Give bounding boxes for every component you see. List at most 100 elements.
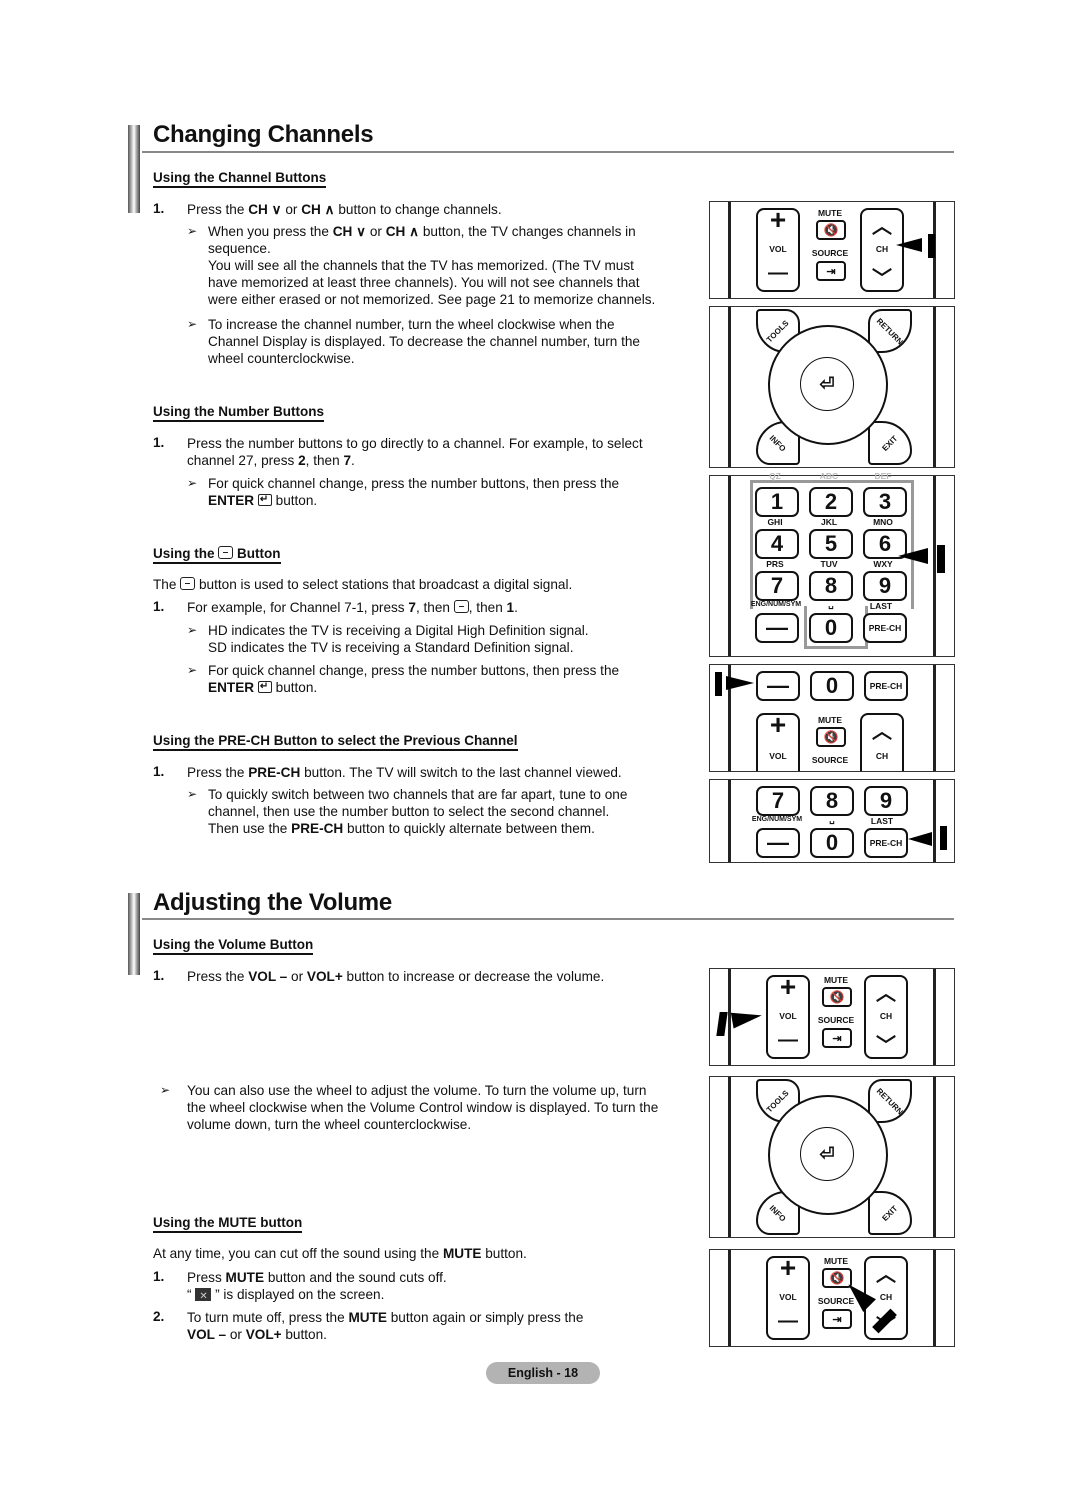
vol-minus: —	[778, 1310, 798, 1332]
step-number: 1.	[153, 435, 165, 450]
subheading-mute-button: Using the MUTE button	[153, 1215, 303, 1233]
note-arrow-icon: ➢	[160, 1083, 171, 1097]
step-number: 1.	[153, 764, 165, 779]
prech-button[interactable]: PRE-CH	[864, 828, 908, 858]
ch-up-icon: ︿	[876, 983, 896, 1005]
exit-button[interactable]: EXIT	[868, 421, 912, 465]
digit-5-button[interactable]: 5	[809, 529, 853, 559]
page-number-badge: English - 18	[486, 1362, 600, 1384]
digit-7-button[interactable]: 7	[755, 571, 799, 601]
note-arrow-icon: ➢	[187, 663, 198, 677]
subheading-prech-button: Using the PRE-CH Button to select the Pr…	[153, 733, 518, 751]
enter-button[interactable]: ⏎	[800, 1127, 854, 1181]
digit-7-button[interactable]: 7	[756, 786, 800, 816]
dash-button-icon	[453, 600, 469, 613]
vol-label: VOL	[769, 751, 787, 761]
dash-button[interactable]: —	[756, 828, 800, 858]
dash-button[interactable]: —	[756, 671, 800, 701]
space-label: ␣	[828, 599, 834, 609]
note-text: For quick channel change, press the numb…	[208, 662, 619, 696]
pointer-arrow-icon	[898, 548, 928, 564]
mute-button[interactable]: 🔇	[816, 220, 846, 240]
digit-2-button[interactable]: 2	[809, 487, 853, 517]
note-arrow-icon: ➢	[187, 224, 198, 238]
last-label: LAST	[870, 816, 894, 826]
step-text: For example, for Channel 7-1, press 7, t…	[187, 600, 518, 615]
note-arrow-icon: ➢	[187, 787, 198, 801]
note-text: You can also use the wheel to adjust the…	[187, 1083, 659, 1132]
vol-label: VOL	[779, 1011, 797, 1021]
key-letters-label: QZ	[769, 471, 781, 481]
section-rule	[142, 918, 954, 920]
digit-9-button[interactable]: 9	[863, 571, 907, 601]
step-text: Press MUTE button and the sound cuts off…	[187, 1269, 447, 1305]
mute-label: MUTE	[817, 715, 843, 725]
note-text: When you press the CH ∨ or CH ∧ button, …	[208, 224, 656, 307]
enter-icon	[257, 491, 272, 508]
key-letters-label: JKL	[820, 517, 838, 527]
key-letters-label: ABC	[819, 471, 839, 481]
digit-0-button[interactable]: 0	[810, 671, 854, 701]
prech-button[interactable]: PRE-CH	[864, 671, 908, 701]
digit-0-button[interactable]: 0	[810, 828, 854, 858]
remote-panel-mute: + VOL — MUTE 🔇 SOURCE ⇥ ︿ CH ﹀	[709, 1249, 955, 1347]
enter-icon	[257, 678, 272, 695]
subheading-dash-button: Using the Button	[153, 546, 281, 564]
section-rule	[142, 151, 954, 153]
vol-plus: +	[769, 204, 787, 235]
dash-button-icon	[180, 577, 196, 590]
ch-down-icon: ﹀	[872, 268, 892, 290]
dash-button-icon	[218, 546, 234, 559]
pointer-bar	[715, 672, 722, 696]
note-text: For quick channel change, press the numb…	[208, 475, 619, 509]
digit-9-button[interactable]: 9	[864, 786, 908, 816]
intro-text: At any time, you can cut off the sound u…	[153, 1246, 527, 1261]
key-letters-label: TUV	[820, 559, 838, 569]
digit-3-button[interactable]: 3	[863, 487, 907, 517]
digit-8-button[interactable]: 8	[810, 786, 854, 816]
note-text: HD indicates the TV is receiving a Digit…	[208, 623, 589, 655]
remote-panel-wheel: TOOLS RETURN INFO EXIT ⏎	[709, 306, 955, 468]
mute-label: MUTE	[823, 1256, 849, 1266]
dash-button[interactable]: —	[755, 613, 799, 643]
source-label: SOURCE	[817, 1015, 855, 1025]
subheading-number-buttons: Using the Number Buttons	[153, 404, 324, 422]
digit-4-button[interactable]: 4	[755, 529, 799, 559]
prech-button[interactable]: PRE-CH	[863, 613, 907, 643]
pointer-arrow-icon	[896, 238, 922, 252]
intro-text: The button is used to select stations th…	[153, 577, 573, 592]
pointer-arrow-icon	[908, 832, 932, 846]
note-text: To increase the channel number, turn the…	[208, 317, 640, 366]
exit-button[interactable]: EXIT	[868, 1191, 912, 1235]
ch-label: CH	[875, 751, 889, 761]
mute-button[interactable]: 🔇	[822, 987, 852, 1007]
enter-button[interactable]: ⏎	[800, 357, 854, 411]
step-text: To turn mute off, press the MUTE button …	[187, 1310, 584, 1342]
source-label: SOURCE	[811, 755, 849, 765]
mute-label: MUTE	[817, 208, 843, 218]
subheading-volume-button: Using the Volume Button	[153, 937, 314, 955]
vol-minus: —	[768, 262, 788, 284]
step-text: Press the PRE-CH button. The TV will swi…	[187, 765, 622, 780]
mute-button[interactable]: 🔇	[816, 727, 846, 747]
step-number: 1.	[153, 201, 165, 216]
digit-0-button[interactable]: 0	[809, 613, 853, 643]
step-text: Press the number buttons to go directly …	[187, 436, 643, 468]
digit-8-button[interactable]: 8	[809, 571, 853, 601]
ch-label: CH	[879, 1011, 893, 1021]
note-arrow-icon: ➢	[187, 476, 198, 490]
pointer-arrow-icon	[726, 676, 754, 690]
source-button[interactable]: ⇥	[816, 261, 846, 281]
mute-label: MUTE	[823, 975, 849, 985]
digit-1-button[interactable]: 1	[755, 487, 799, 517]
key-letters-label: GHI	[767, 517, 783, 527]
mute-osd-icon	[195, 1288, 212, 1305]
section-title-adjusting-volume: Adjusting the Volume	[153, 889, 392, 916]
source-label: SOURCE	[811, 248, 849, 258]
eng-num-sym-label: ENG/NUM/SYM	[751, 816, 803, 823]
source-button[interactable]: ⇥	[822, 1028, 852, 1048]
source-button[interactable]: ⇥	[822, 1309, 852, 1329]
pointer-bar	[937, 545, 945, 573]
last-label: LAST	[869, 601, 893, 611]
step-text: Press the CH ∨ or CH ∧ button to change …	[187, 202, 502, 217]
